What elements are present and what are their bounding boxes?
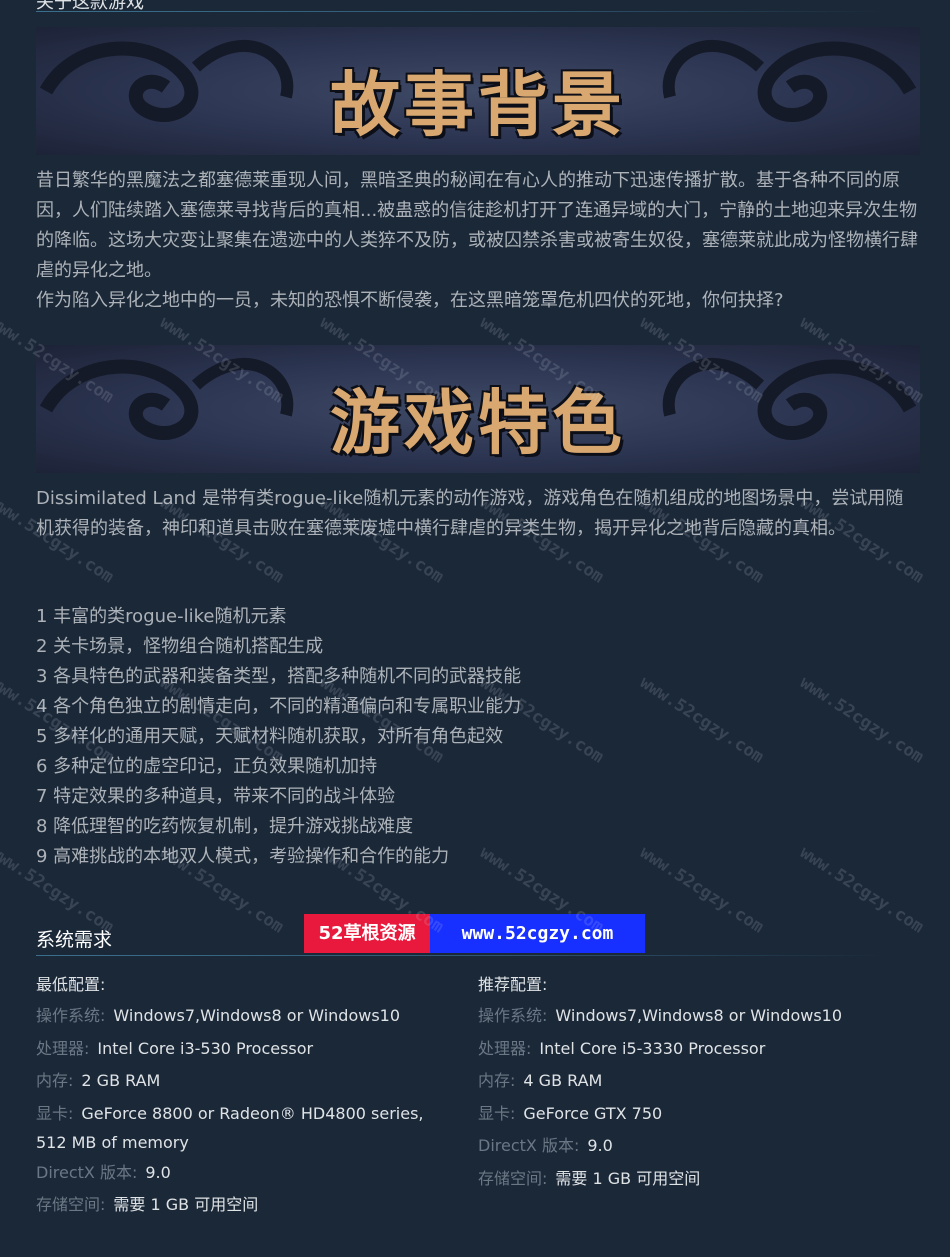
- req-value: 4 GB RAM: [523, 1071, 603, 1090]
- watermark-badge: 52草根资源 www.52cgzy.com: [304, 914, 645, 953]
- req-label: 内存:: [36, 1071, 74, 1090]
- req-value: 2 GB RAM: [81, 1071, 161, 1090]
- req-cpu: 处理器: Intel Core i3-530 Processor: [36, 1034, 456, 1064]
- req-cpu: 处理器: Intel Core i5-3330 Processor: [478, 1034, 898, 1064]
- list-item: 3 各具特色的武器和装备类型，搭配多种随机不同的武器技能: [36, 666, 522, 687]
- req-label: 处理器:: [478, 1038, 532, 1058]
- req-gpu: 显卡: GeForce 8800 or Radeon® HD4800 series…: [36, 1099, 456, 1129]
- req-label: 显卡:: [36, 1103, 74, 1123]
- section-divider: [36, 11, 888, 12]
- req-ram: 内存: 4 GB RAM: [478, 1066, 898, 1096]
- feature-list: 1 丰富的类rogue-like随机元素 2 关卡场景，怪物组合随机搭配生成 3…: [36, 602, 920, 872]
- system-requirements-heading: 系统需求: [36, 929, 113, 951]
- req-gpu: 显卡: GeForce GTX 750: [478, 1099, 898, 1129]
- req-value: Windows7,Windows8 or Windows10: [555, 1006, 843, 1025]
- req-label: 操作系统:: [36, 1006, 106, 1025]
- features-banner: 游戏特色: [36, 345, 920, 473]
- req-storage: 存储空间: 需要 1 GB 可用空间: [36, 1190, 456, 1220]
- story-banner: 故事背景: [36, 27, 920, 155]
- req-value: 9.0: [587, 1136, 613, 1155]
- req-value: 9.0: [145, 1162, 171, 1182]
- list-item: 2 关卡场景，怪物组合随机搭配生成: [36, 636, 324, 657]
- req-value: Intel Core i3-530 Processor: [97, 1038, 314, 1058]
- recommended-requirements-title: 推荐配置:: [478, 975, 548, 994]
- req-label: 存储空间:: [478, 1168, 548, 1188]
- list-item: 7 特定效果的多种道具，带来不同的战斗体验: [36, 786, 396, 807]
- req-gpu-continued: 512 MB of memory: [36, 1133, 189, 1152]
- req-os: 操作系统: Windows7,Windows8 or Windows10: [36, 1001, 456, 1031]
- req-value: GeForce 8800 or Radeon® HD4800 series,: [81, 1103, 424, 1123]
- req-directx: DirectX 版本: 9.0: [36, 1158, 456, 1188]
- story-question: 作为陷入异化之地中的一员，未知的恐惧不断侵袭，在这黑暗笼罩危机四伏的死地，你何抉…: [36, 290, 784, 311]
- req-ram: 内存: 2 GB RAM: [36, 1066, 456, 1096]
- list-item: 9 高难挑战的本地双人模式，考验操作和合作的能力: [36, 846, 450, 867]
- story-paragraph: 昔日繁华的黑魔法之都塞德莱重现人间，黑暗圣典的秘闻在有心人的推动下迅速传播扩散。…: [36, 170, 918, 281]
- list-item: 5 多样化的通用天赋，天赋材料随机获取，对所有角色起效: [36, 726, 504, 747]
- req-label: 内存:: [478, 1071, 516, 1090]
- req-label: DirectX 版本:: [36, 1162, 138, 1182]
- req-os: 操作系统: Windows7,Windows8 or Windows10: [478, 1001, 898, 1031]
- minimum-requirements: 最低配置: 操作系统: Windows7,Windows8 or Windows1…: [36, 972, 456, 1220]
- minimum-requirements-title: 最低配置:: [36, 975, 106, 994]
- recommended-requirements: 推荐配置: 操作系统: Windows7,Windows8 or Windows1…: [478, 972, 898, 1193]
- req-label: 处理器:: [36, 1038, 90, 1058]
- req-value: 需要 1 GB 可用空间: [113, 1195, 259, 1214]
- req-label: 操作系统:: [478, 1006, 548, 1025]
- watermark-badge-right: www.52cgzy.com: [430, 914, 645, 953]
- req-label: DirectX 版本:: [478, 1136, 580, 1155]
- req-label: 显卡:: [478, 1103, 516, 1123]
- list-item: 4 各个角色独立的剧情走向，不同的精通偏向和专属职业能力: [36, 696, 522, 717]
- req-value: 需要 1 GB 可用空间: [555, 1168, 701, 1188]
- watermark-badge-left: 52草根资源: [304, 914, 430, 953]
- req-label: 存储空间:: [36, 1195, 106, 1214]
- req-value: Intel Core i5-3330 Processor: [539, 1038, 766, 1058]
- req-storage: 存储空间: 需要 1 GB 可用空间: [478, 1164, 898, 1194]
- section-divider: [36, 955, 888, 956]
- game-intro-paragraph: Dissimilated Land 是带有类rogue-like随机元素的动作游…: [36, 488, 904, 539]
- list-item: 8 降低理智的吃药恢复机制，提升游戏挑战难度: [36, 816, 414, 837]
- list-item: 6 多种定位的虚空印记，正负效果随机加持: [36, 756, 378, 777]
- story-banner-title: 故事背景: [330, 64, 626, 146]
- features-banner-title: 游戏特色: [330, 382, 626, 464]
- req-value: Windows7,Windows8 or Windows10: [113, 1006, 401, 1025]
- req-value: GeForce GTX 750: [523, 1103, 663, 1123]
- req-directx: DirectX 版本: 9.0: [478, 1131, 898, 1161]
- list-item: 1 丰富的类rogue-like随机元素: [36, 606, 287, 627]
